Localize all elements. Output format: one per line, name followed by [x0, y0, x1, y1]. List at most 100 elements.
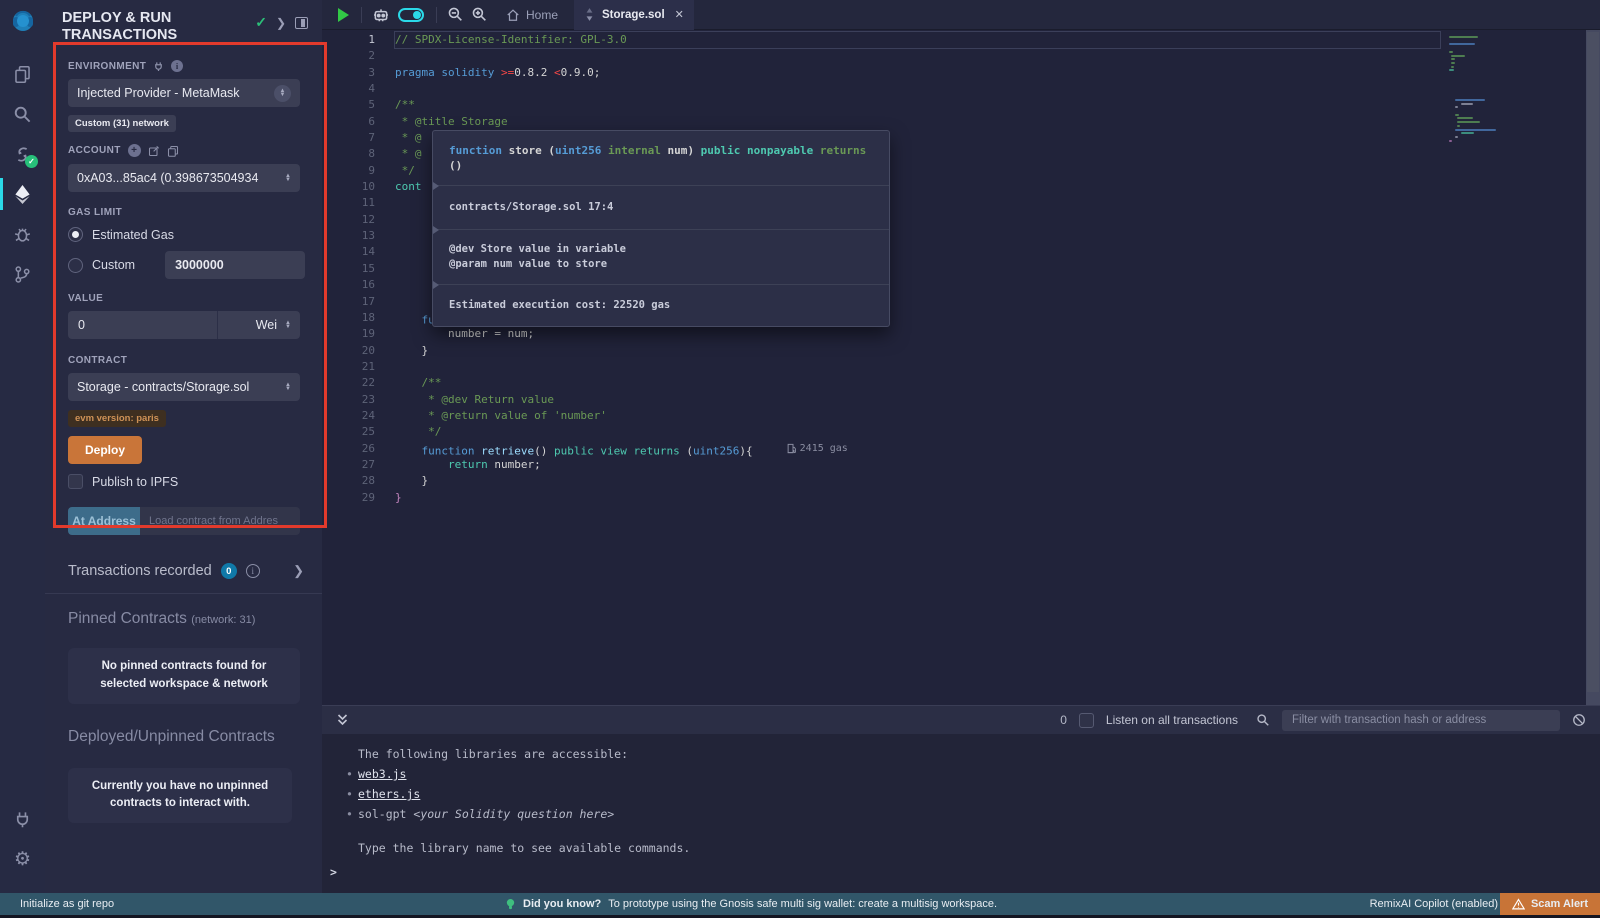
terminal-link[interactable]: web3.js	[358, 767, 406, 781]
scam-alert-button[interactable]: Scam Alert	[1500, 893, 1600, 915]
run-script-play-icon[interactable]	[338, 8, 349, 22]
did-you-know-tip: Did you know? To prototype using the Gno…	[505, 893, 997, 915]
zoom-out-icon[interactable]	[447, 6, 464, 23]
clear-console-icon[interactable]	[1572, 713, 1586, 727]
line-number: 19	[322, 326, 375, 342]
custom-gas-input[interactable]	[165, 251, 305, 279]
remix-logo[interactable]	[6, 6, 40, 40]
git-icon[interactable]	[0, 254, 45, 294]
estimated-gas-radio[interactable]	[68, 227, 83, 242]
terminal-prompt[interactable]: >	[330, 865, 337, 879]
custom-gas-radio[interactable]	[68, 258, 83, 273]
file-explorer-icon[interactable]	[0, 54, 45, 94]
line-number: 28	[322, 473, 375, 489]
tooltip-doc: @dev Store value in variable @param num …	[433, 229, 889, 284]
publish-ipfs-checkbox[interactable]	[68, 474, 83, 489]
line-number: 18	[322, 310, 375, 326]
deploy-run-icon[interactable]	[0, 174, 45, 214]
code-line: // SPDX-License-Identifier: GPL-3.0	[395, 32, 1440, 48]
expand-transactions-icon[interactable]: ❯	[293, 563, 304, 579]
deploy-run-panel: DEPLOY & RUN TRANSACTIONS ✓ ❯ ENVIRONMEN…	[45, 0, 322, 893]
select-arrows-icon: ▲▼	[285, 383, 291, 392]
code-line: * @dev Return value	[395, 392, 1440, 408]
tab-storage-sol[interactable]: Storage.sol ✕	[574, 0, 694, 30]
zoom-in-icon[interactable]	[471, 6, 488, 23]
minimap-line	[1449, 36, 1478, 38]
minimap-line	[1449, 51, 1453, 53]
transactions-info-icon[interactable]: i	[246, 564, 260, 578]
line-number: 29	[322, 490, 375, 506]
collapse-terminal-icon[interactable]	[336, 713, 349, 727]
copilot-toggle[interactable]	[398, 8, 424, 22]
transactions-count-badge: 0	[221, 563, 237, 579]
environment-select[interactable]: Injected Provider - MetaMask ▲▼	[68, 79, 300, 107]
compile-success-badge: ✓	[25, 155, 38, 168]
environment-label: ENVIRONMENT	[68, 61, 146, 72]
account-label: ACCOUNT	[68, 145, 121, 156]
listen-all-transactions-checkbox[interactable]	[1079, 713, 1094, 728]
minimap-line	[1457, 117, 1474, 119]
contract-label: CONTRACT	[68, 355, 127, 366]
minimap-line	[1461, 103, 1473, 105]
minimap-line	[1451, 66, 1455, 68]
tooltip-execution-cost: Estimated execution cost: 22520 gas	[433, 284, 889, 326]
search-icon[interactable]	[0, 94, 45, 134]
value-input[interactable]	[68, 311, 218, 339]
copy-account-icon[interactable]	[167, 145, 179, 157]
chevron-right-icon[interactable]: ❯	[276, 16, 286, 30]
code-line: pragma solidity >=0.8.2 <0.9.0;	[395, 65, 1440, 81]
terminal-link[interactable]: ethers.js	[358, 787, 420, 801]
activity-bar: ✓ ⚙	[0, 0, 45, 893]
minimap-line	[1457, 125, 1461, 127]
line-number: 13	[322, 228, 375, 244]
minimap-line	[1455, 129, 1496, 131]
pin-panel-icon[interactable]	[295, 17, 308, 29]
line-number: 5	[322, 97, 375, 113]
code-line: function retrieve() public view returns …	[395, 441, 1440, 457]
create-account-icon[interactable]: +	[128, 144, 141, 157]
pinned-empty-message: No pinned contracts found for selected w…	[68, 648, 300, 704]
value-unit-select[interactable]: Wei ▲▼	[218, 311, 300, 339]
line-number: 24	[322, 408, 375, 424]
terminal[interactable]: The following libraries are accessible:•…	[322, 734, 1600, 893]
settings-gear-icon[interactable]: ⚙	[0, 839, 45, 879]
code-editor[interactable]: 1234567891011121314151617181920212223242…	[322, 30, 1600, 705]
line-number-gutter: 1234567891011121314151617181920212223242…	[322, 32, 375, 506]
terminal-line: •sol-gpt <your Solidity question here>	[322, 804, 1600, 824]
transaction-filter-input[interactable]	[1282, 710, 1560, 731]
home-tab[interactable]: Home	[506, 8, 558, 22]
close-icon[interactable]: ✕	[675, 8, 684, 21]
line-number: 8	[322, 146, 375, 162]
code-line: /**	[395, 97, 1440, 113]
at-address-input[interactable]	[140, 507, 300, 535]
code-line: return number;	[395, 457, 1440, 473]
gas-limit-label: GAS LIMIT	[68, 207, 122, 218]
ai-robot-icon[interactable]	[372, 6, 390, 24]
listen-all-transactions-label: Listen on all transactions	[1106, 713, 1238, 727]
deploy-button[interactable]: Deploy	[68, 436, 142, 464]
solidity-compiler-icon[interactable]: ✓	[0, 134, 45, 174]
line-number: 7	[322, 130, 375, 146]
minimap[interactable]	[1447, 30, 1525, 705]
editor-column: Home Storage.sol ✕ 123456789101112131415…	[322, 0, 1600, 893]
copilot-status[interactable]: RemixAI Copilot (enabled)	[1370, 893, 1498, 915]
account-select[interactable]: 0xA03...85ac4 (0.398673504934 ▲▼	[68, 164, 300, 192]
unpinned-contracts-title: Deployed/Unpinned Contracts	[45, 704, 322, 746]
contract-select[interactable]: Storage - contracts/Storage.sol ▲▼	[68, 373, 300, 401]
scrollbar-thumb[interactable]	[1587, 32, 1599, 692]
line-number: 14	[322, 244, 375, 260]
git-init-button[interactable]: Initialize as git repo	[20, 893, 114, 915]
at-address-button[interactable]: At Address	[68, 507, 140, 535]
transactions-recorded-label: Transactions recorded	[68, 563, 212, 579]
debugger-icon[interactable]	[0, 214, 45, 254]
line-number: 22	[322, 375, 375, 391]
plug-icon[interactable]	[0, 799, 45, 839]
tooltip-file-location: contracts/Storage.sol 17:4	[433, 185, 889, 229]
minimap-line	[1449, 69, 1454, 71]
select-arrows-icon: ▲▼	[285, 174, 291, 183]
sign-message-icon[interactable]	[148, 145, 160, 157]
editor-scrollbar[interactable]	[1586, 30, 1600, 705]
code-line: number = num;	[395, 326, 1440, 342]
transactions-recorded-row[interactable]: Transactions recorded 0 i ❯	[45, 547, 322, 593]
environment-info-icon[interactable]: i	[171, 60, 183, 72]
